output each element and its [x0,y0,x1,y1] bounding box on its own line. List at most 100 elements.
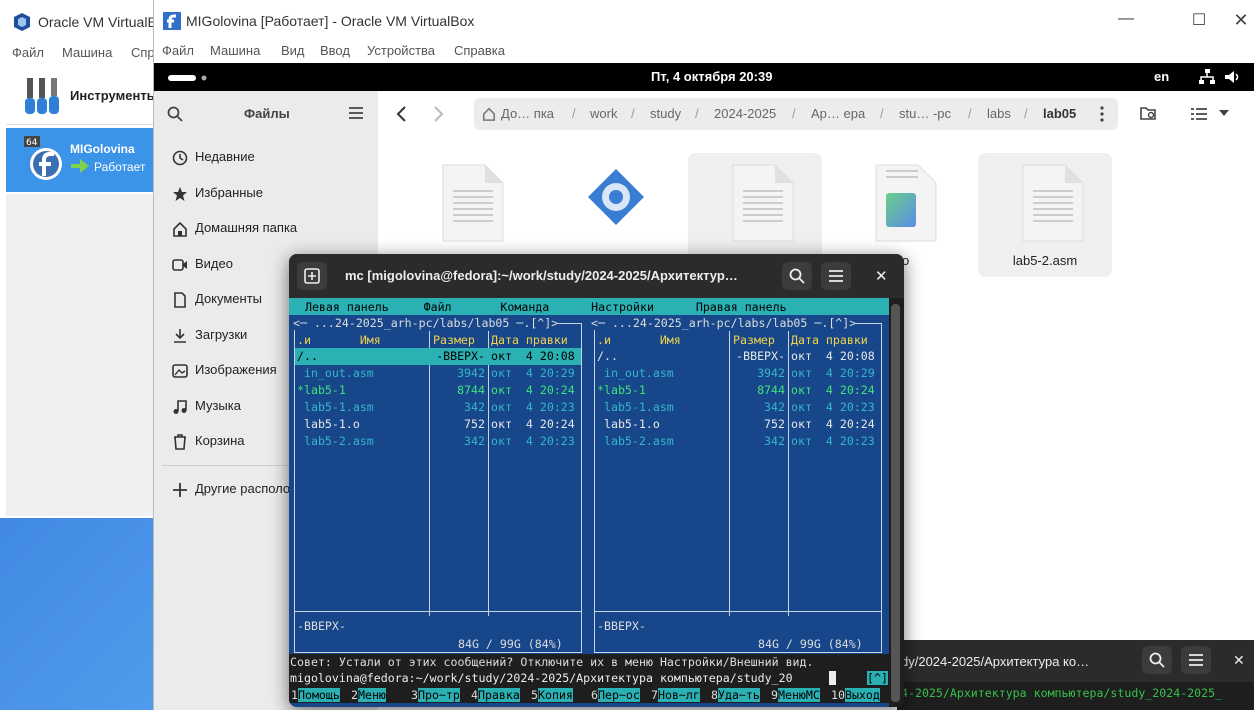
mc-left-panel[interactable]: <─ ...24-2025_arh-pc/labs/lab05 ─.[^]> .… [289,315,587,655]
file-size: -ВВЕРХ- [436,349,485,363]
sidebar-item-starred[interactable]: Избранные [154,176,378,211]
chevron-down-icon[interactable] [1219,110,1229,116]
forward-arrow-icon[interactable] [432,106,444,122]
vm-menu-input[interactable]: Ввод [320,43,350,58]
function-key-number: 5 [531,688,538,702]
manager-menu-machine[interactable]: Машина [62,45,112,60]
breadcrumb-separator: / [968,106,972,121]
vm-menu-help[interactable]: Справка [454,43,505,58]
terminal-scrollbar[interactable] [891,304,900,702]
breadcrumb-item[interactable]: work [590,106,617,121]
vm-menu-file[interactable]: Файл [162,43,194,58]
terminal-menu-button[interactable] [821,262,851,290]
close-button[interactable]: ✕ [1226,10,1254,32]
back-arrow-icon[interactable] [396,106,408,122]
breadcrumb-menu-icon[interactable] [1100,106,1104,122]
hamburger-menu-icon[interactable] [349,107,363,119]
vm-menu-machine[interactable]: Машина [210,43,260,58]
midnight-commander[interactable]: Левая панель Файл Команда Настройки Прав… [289,298,889,707]
function-key-10[interactable]: 10Выход [831,688,880,703]
terminal-window-background[interactable]: dy/2024-2025/Архитектура ко… ✕ 4-2025/Ар… [897,640,1254,710]
table-row[interactable]: lab5-2.asm 342 окт 4 20:23 [295,433,581,450]
mc-menubar[interactable]: Левая панель Файл Команда Настройки Прав… [289,298,889,315]
search-icon[interactable] [1142,646,1172,674]
function-key-5[interactable]: 5Копия [531,688,573,703]
sidebar-item-home[interactable]: Домашняя папка [154,211,378,246]
clock[interactable]: Пт, 4 октября 20:39 [651,69,772,84]
manager-menu-file[interactable]: Файл [12,45,44,60]
network-icon[interactable] [1199,69,1215,85]
search-icon[interactable] [167,106,183,122]
mc-right-panel[interactable]: <─ ...24-2025_arh-pc/labs/lab05 ─.[^]> .… [589,315,887,655]
executable-icon [588,169,644,225]
terminal2-header: dy/2024-2025/Архитектура ко… ✕ [897,640,1254,682]
sidebar-item-recent[interactable]: Недавние [154,140,378,175]
breadcrumb-item[interactable]: labs [987,106,1011,121]
new-tab-button[interactable] [297,262,327,290]
column-header-size[interactable]: Размер [733,333,775,347]
column-header-date[interactable]: Дата правки [491,333,568,347]
manager-tools-item[interactable]: Инструменты [6,66,160,125]
breadcrumb-item[interactable]: Ар… ера [811,106,865,121]
column-header-name[interactable]: .и Имя [597,333,681,347]
vm-list-item[interactable]: 64 MIGolovina Работает [6,128,160,192]
column-header-size[interactable]: Размер [433,333,475,347]
command-prompt[interactable]: migolovina@fedora:~/work/study/2024-2025… [290,671,793,685]
function-key-7[interactable]: 7Нов~лг [651,688,700,703]
music-icon [172,399,188,415]
function-key-3[interactable]: 3Про~тр [411,688,460,703]
breadcrumb-separator: / [695,106,699,121]
table-row[interactable]: lab5-2.asm 342 окт 4 20:23 [595,433,881,450]
home-icon[interactable] [482,107,496,121]
function-key-1[interactable]: 1Помощь [291,688,340,703]
disk-usage: 84G / 99G (84%) [751,637,870,651]
breadcrumb-item[interactable]: До… пка [501,106,554,121]
table-row[interactable]: *lab5-1 8744 окт 4 20:24 [595,382,881,399]
terminal-search-button[interactable] [782,262,812,290]
close-icon[interactable]: ✕ [1233,652,1245,669]
function-key-4[interactable]: 4Правка [471,688,520,703]
terminal-close-button[interactable]: ✕ [875,267,888,285]
terminal2-output: 4-2025/Архитектура компьютера/study_2024… [901,686,1223,700]
table-row[interactable]: lab5-1.asm 342 окт 4 20:23 [295,399,581,416]
column-header-date[interactable]: Дата правки [791,333,868,347]
file-name: lab5-1.asm [597,400,674,414]
breadcrumb-item[interactable]: stu… -pc [899,106,951,121]
list-view-icon[interactable] [1191,107,1207,121]
table-row[interactable]: /.. -ВВЕРХ-окт 4 20:08 [595,348,881,365]
keyboard-layout[interactable]: en [1154,69,1169,84]
mc-function-keys: 1Помощь 2Меню 3Про~тр 4Правка 5Копия 6Пер~ос 7… [289,686,889,703]
table-row[interactable]: in_out.asm 3942 окт 4 20:29 [295,365,581,382]
folder-search-icon[interactable] [1140,106,1158,122]
table-row[interactable]: *lab5-1 8744 окт 4 20:24 [295,382,581,399]
breadcrumb-current[interactable]: lab05 [1043,106,1076,121]
function-key-8[interactable]: 8Уда~ть [711,688,760,703]
breadcrumb-item[interactable]: study [650,106,681,121]
table-row[interactable]: in_out.asm 3942 окт 4 20:29 [595,365,881,382]
mc-command-line[interactable]: migolovina@fedora:~/work/study/2024-2025… [289,670,889,686]
file-item[interactable]: lab5-2.asm [978,153,1112,277]
function-key-label: Нов~лг [657,688,700,702]
hint-text: Совет: Устали от этих сообщений? Отключи… [290,655,814,669]
table-row[interactable]: lab5-1.o 752 окт 4 20:24 [295,416,581,433]
hamburger-menu-icon[interactable] [1181,646,1211,674]
breadcrumb-item[interactable]: 2024-2025 [714,106,776,121]
function-key-2[interactable]: 2Меню [351,688,386,703]
volume-icon[interactable] [1224,69,1240,85]
file-name: lab5-2.asm [297,434,374,448]
table-row[interactable]: /.. -ВВЕРХ-окт 4 20:08 [295,348,581,365]
file-date: окт 4 20:23 [791,400,875,414]
terminal-window[interactable]: mc [migolovina@fedora]:~/work/study/2024… [289,254,904,707]
activities-indicator[interactable] [168,74,208,82]
column-header-name[interactable]: .и Имя [297,333,381,347]
function-key-6[interactable]: 6Пер~ос [591,688,640,703]
manager-menu-help[interactable]: Спр [131,45,155,60]
vm-menu-devices[interactable]: Устройства [367,43,435,58]
table-row[interactable]: lab5-1.o 752 окт 4 20:24 [595,416,881,433]
vm-menu-view[interactable]: Вид [281,43,305,58]
minimize-button[interactable]: — [1111,10,1141,32]
panel-path-header[interactable]: <─ ...24-2025_arh-pc/labs/lab05 ─.[^]> [591,316,857,330]
maximize-button[interactable]: ☐ [1184,10,1214,32]
function-key-9[interactable]: 9МенюMC [771,688,820,703]
table-row[interactable]: lab5-1.asm 342 окт 4 20:23 [595,399,881,416]
